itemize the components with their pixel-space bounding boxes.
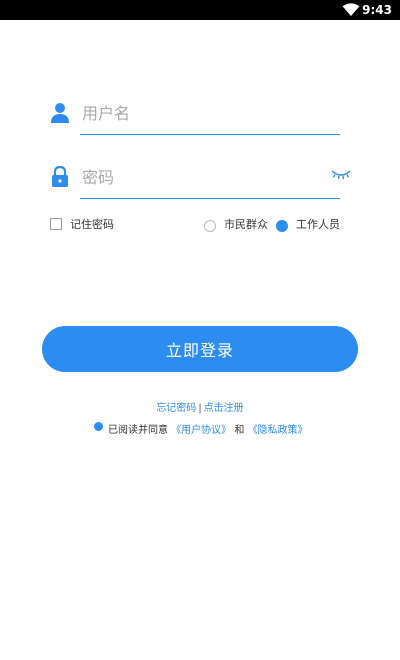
- auth-links: 忘记密码 | 点击注册: [0, 399, 400, 414]
- radio-citizen[interactable]: [204, 220, 216, 232]
- eye-closed-icon[interactable]: [330, 167, 352, 181]
- lock-icon: [52, 166, 68, 187]
- status-bar: 9:43: [0, 0, 400, 20]
- radio-citizen-label: 市民群众: [224, 218, 268, 231]
- agreement-radio[interactable]: [94, 422, 103, 431]
- remember-password-checkbox[interactable]: [50, 218, 62, 230]
- remember-password-label: 记住密码: [70, 218, 114, 231]
- status-time: 9:43: [362, 3, 392, 17]
- wifi-icon: [342, 3, 360, 16]
- password-input[interactable]: [82, 160, 340, 194]
- link-separator: |: [198, 403, 202, 414]
- radio-staff[interactable]: [276, 220, 288, 232]
- username-input[interactable]: [82, 96, 340, 130]
- agreement-prefix: 已阅读并同意: [108, 425, 168, 436]
- privacy-policy-link[interactable]: 《隐私政策》: [248, 425, 308, 436]
- user-icon: [51, 103, 69, 123]
- forgot-password-link[interactable]: 忘记密码: [156, 403, 196, 414]
- password-underline: [80, 198, 340, 199]
- username-underline: [80, 134, 340, 135]
- username-field: [50, 96, 342, 136]
- user-agreement-link[interactable]: 《用户协议》: [171, 425, 231, 436]
- login-button[interactable]: 立即登录: [42, 326, 358, 372]
- password-field: [50, 160, 342, 200]
- register-link[interactable]: 点击注册: [204, 403, 244, 414]
- agreement-and: 和: [234, 425, 245, 436]
- radio-staff-label: 工作人员: [296, 218, 340, 231]
